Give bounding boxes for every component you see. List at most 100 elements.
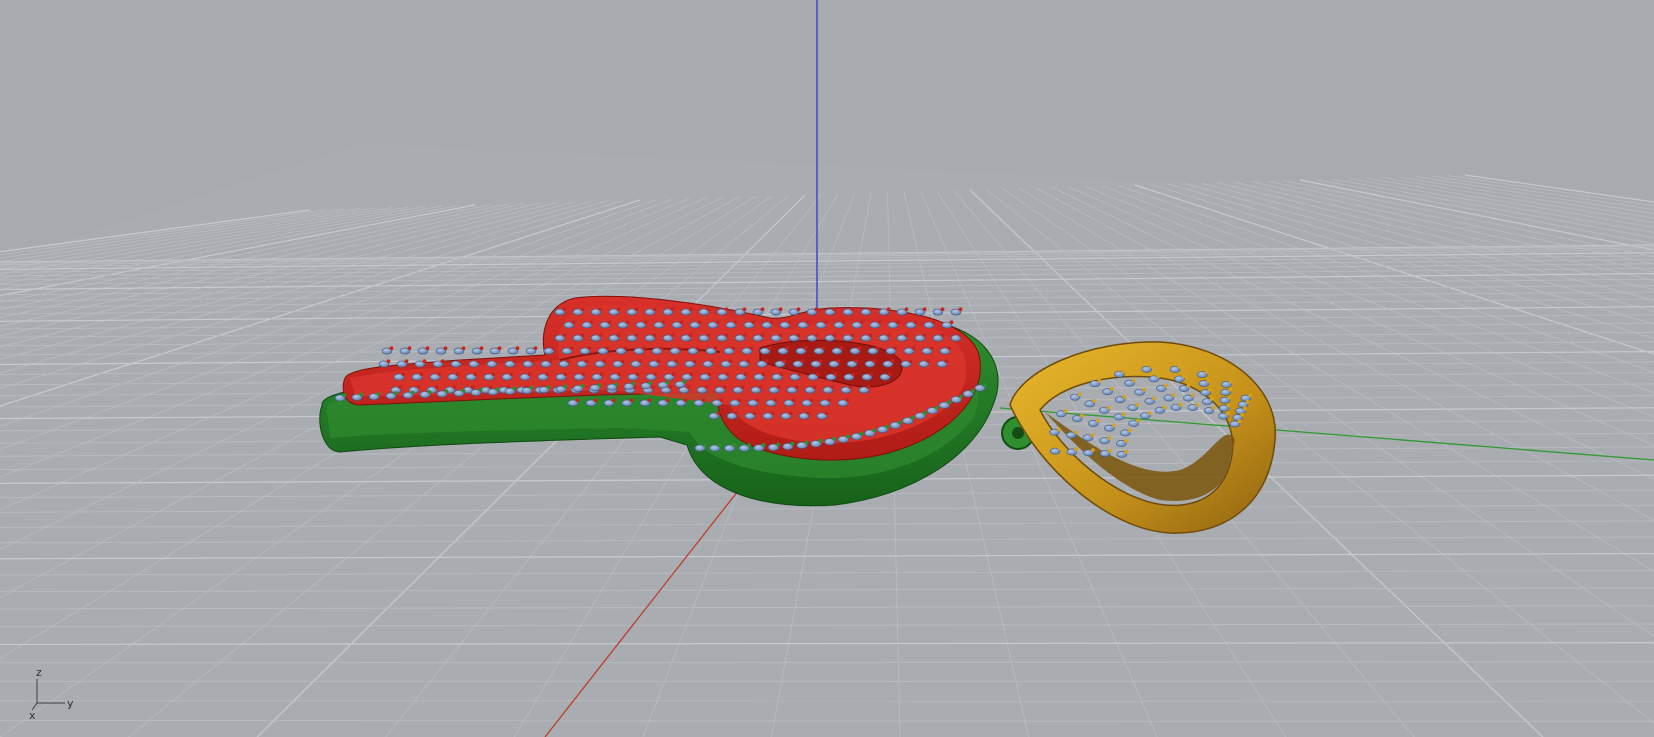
prong (1063, 409, 1068, 413)
prong (512, 386, 517, 391)
prong (427, 389, 432, 394)
prong (575, 398, 580, 403)
prong (758, 385, 763, 390)
prong (728, 359, 733, 364)
prong (821, 346, 826, 351)
prong (851, 372, 856, 377)
prong (497, 346, 502, 351)
prong (580, 333, 585, 338)
prong (1211, 405, 1216, 410)
prong (706, 307, 711, 312)
prong (911, 346, 916, 351)
prong (922, 411, 927, 416)
prong (1057, 427, 1061, 432)
prong (398, 385, 403, 390)
prong (1142, 387, 1147, 392)
prong (850, 307, 855, 312)
prong (584, 359, 589, 364)
prong (1228, 387, 1233, 392)
prong (1147, 411, 1152, 415)
prong (580, 383, 585, 388)
prong (623, 346, 628, 351)
prong (724, 333, 729, 338)
prong (653, 372, 658, 377)
prong (473, 372, 478, 377)
prong (563, 384, 568, 389)
prong (688, 333, 693, 338)
prong (958, 394, 963, 399)
prong (444, 389, 449, 394)
prong (1190, 393, 1195, 398)
prong (982, 383, 987, 388)
prong (1209, 396, 1214, 401)
prong (1121, 412, 1126, 417)
prong (443, 346, 448, 351)
prong (1240, 412, 1245, 417)
prong (616, 333, 621, 338)
prong (1208, 387, 1212, 392)
prong (747, 443, 751, 448)
prong (947, 400, 951, 405)
perspective-viewport[interactable]: z y x (0, 0, 1654, 737)
prong (689, 372, 694, 377)
prong (814, 307, 819, 312)
prong (580, 307, 585, 312)
prong (697, 320, 702, 325)
prong (1111, 423, 1116, 428)
prong (749, 346, 754, 351)
prong (682, 379, 687, 384)
prong (602, 359, 607, 364)
prong (455, 372, 460, 377)
prong (788, 411, 793, 416)
prong (686, 385, 691, 390)
prong (814, 333, 819, 338)
prong (1149, 364, 1154, 369)
prong (872, 428, 877, 433)
prong (342, 393, 347, 398)
prong (926, 359, 931, 364)
prong (614, 382, 619, 387)
prong (722, 385, 727, 390)
viewport-scene[interactable]: z y x (0, 0, 1654, 737)
prong (563, 372, 568, 377)
prong (1171, 393, 1176, 398)
prong (598, 307, 603, 312)
prong (809, 398, 814, 403)
prong (393, 391, 398, 396)
prong (635, 372, 640, 377)
prong (1229, 379, 1233, 384)
prong (827, 398, 832, 403)
prong (824, 411, 829, 416)
prong (589, 320, 594, 325)
prong (742, 307, 747, 312)
prong (587, 346, 592, 351)
prong (470, 385, 475, 390)
prong (1226, 403, 1231, 408)
prong (410, 390, 415, 395)
prong (796, 333, 801, 338)
prong (665, 398, 670, 403)
prong (647, 398, 652, 403)
prong (434, 385, 439, 390)
prong (1077, 392, 1082, 397)
prong (908, 359, 913, 364)
prong (773, 398, 778, 403)
prong (593, 398, 598, 403)
prong (359, 392, 364, 397)
prong (515, 346, 520, 351)
prong (804, 440, 809, 445)
prong (437, 372, 442, 377)
prong (389, 346, 394, 351)
prong (854, 359, 859, 364)
prong (652, 307, 657, 312)
prong (512, 359, 517, 364)
prong (597, 383, 602, 387)
prong (740, 385, 745, 390)
prong (422, 359, 427, 364)
prong (1243, 406, 1247, 411)
prong (716, 411, 721, 416)
prong (940, 307, 945, 312)
prong (425, 346, 430, 351)
prong (733, 320, 738, 325)
prong (931, 320, 936, 325)
